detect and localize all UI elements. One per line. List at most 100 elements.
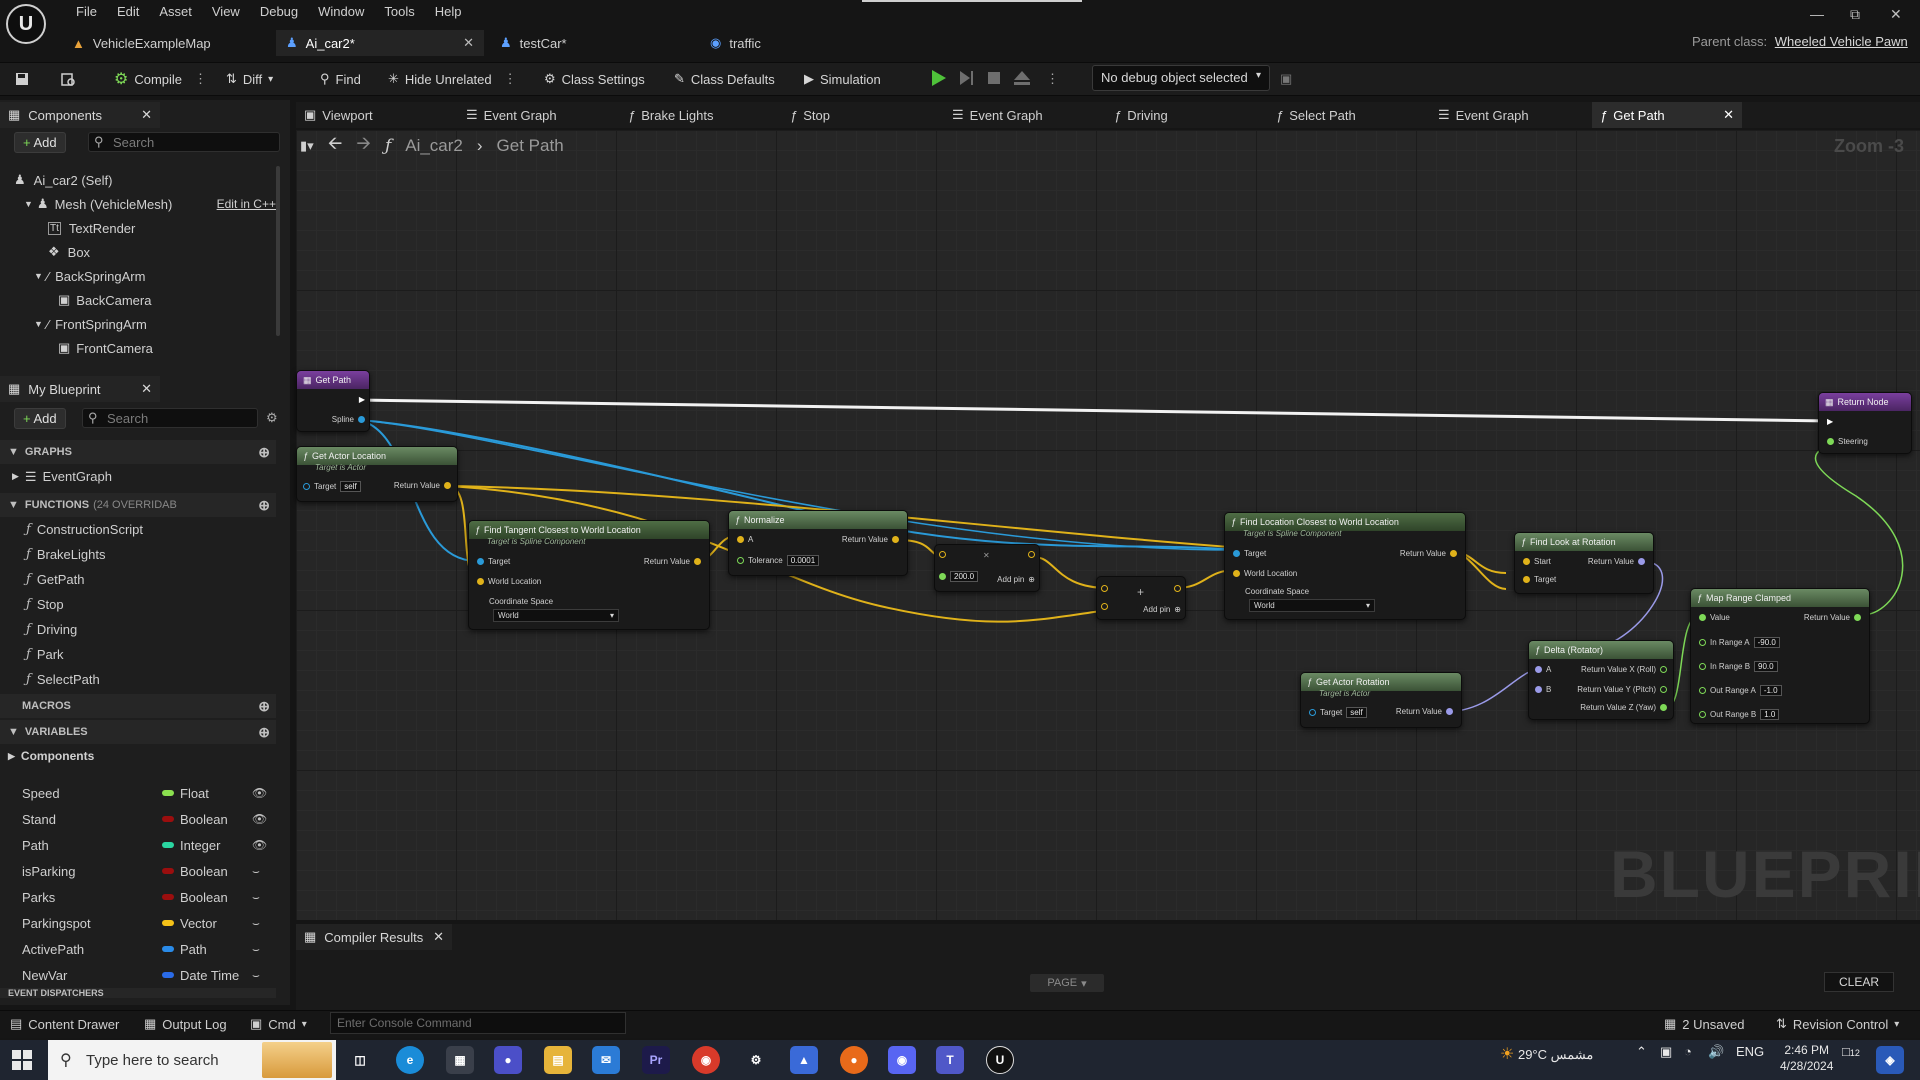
- a-pin[interactable]: A: [1535, 665, 1551, 674]
- chrome-icon[interactable]: ◉: [692, 1046, 720, 1074]
- variable-row-isparking[interactable]: isParking Boolean ⌣: [0, 858, 276, 884]
- menu-edit[interactable]: Edit: [107, 4, 149, 19]
- blueprint-search-input[interactable]: Search: [82, 408, 258, 428]
- tab-get-path[interactable]: ƒ Get Path ✕: [1592, 102, 1742, 128]
- target-pin[interactable]: Target: [1233, 549, 1266, 558]
- b-pin[interactable]: B: [1535, 685, 1551, 694]
- tab-event-graph-1[interactable]: ☰ Event Graph: [458, 102, 565, 128]
- wifi-icon[interactable]: ◔: [1684, 1044, 1692, 1059]
- windows-start-icon[interactable]: [12, 1050, 32, 1073]
- breadcrumb-function[interactable]: Get Path: [497, 136, 564, 156]
- console-input[interactable]: Enter Console Command: [330, 1012, 626, 1034]
- node-get-path-entry[interactable]: ▦ Get Path ▶ Spline: [296, 370, 370, 432]
- variable-row-parkingspot[interactable]: Parkingspot Vector ⌣: [0, 910, 276, 936]
- macros-section[interactable]: MACROS ⊕: [0, 694, 276, 718]
- components-scrollbar[interactable]: [276, 166, 280, 336]
- menu-view[interactable]: View: [202, 4, 250, 19]
- steam-icon[interactable]: ⚙: [742, 1046, 770, 1074]
- task-view-icon[interactable]: ◫: [346, 1046, 374, 1074]
- eye-icon[interactable]: 👁: [252, 786, 267, 800]
- premiere-icon[interactable]: Pr: [642, 1046, 670, 1074]
- pin-value[interactable]: 1.0: [1760, 709, 1780, 720]
- edge-icon[interactable]: e: [396, 1046, 424, 1074]
- find-button[interactable]: ⚲ Find: [320, 68, 361, 90]
- eye-closed-icon[interactable]: ⌣: [252, 864, 260, 879]
- menu-debug[interactable]: Debug: [250, 4, 308, 19]
- pin-value[interactable]: -1.0: [1759, 685, 1782, 696]
- variable-row-parks[interactable]: Parks Boolean ⌣: [0, 884, 276, 910]
- close-tab-icon[interactable]: ✕: [463, 35, 474, 51]
- variable-row-stand[interactable]: Stand Boolean 👁: [0, 806, 276, 832]
- tree-item-self[interactable]: ♟ Ai_car2 (Self): [10, 168, 276, 192]
- browse-icon[interactable]: [60, 68, 76, 90]
- menu-asset[interactable]: Asset: [149, 4, 202, 19]
- copilot-icon[interactable]: ◈: [1876, 1046, 1904, 1074]
- unreal-logo-icon[interactable]: U: [6, 4, 46, 44]
- file-explorer-icon[interactable]: ▤: [544, 1046, 572, 1074]
- return-value-pin[interactable]: Return Value: [842, 535, 899, 544]
- hide-unrelated-button[interactable]: ✳ Hide Unrelated ⋮: [388, 68, 517, 90]
- value-pin[interactable]: Value: [1699, 613, 1730, 622]
- a-pin[interactable]: [939, 551, 946, 558]
- spline-pin[interactable]: Spline: [332, 415, 365, 424]
- tab-event-graph-3[interactable]: ☰ Event Graph: [1430, 102, 1537, 128]
- return-roll-pin[interactable]: Return Value X (Roll): [1581, 665, 1667, 674]
- node-add[interactable]: + Add pin ⊕: [1096, 576, 1186, 620]
- node-return[interactable]: ▦ Return Node ▶ Steering: [1818, 392, 1912, 454]
- return-yaw-pin[interactable]: Return Value Z (Yaw): [1580, 703, 1667, 712]
- b-pin[interactable]: [1101, 603, 1108, 610]
- eye-icon[interactable]: 👁: [252, 838, 267, 852]
- app-icon[interactable]: ●: [494, 1046, 522, 1074]
- node-delta-rotator[interactable]: ƒ Delta (Rotator) A B Return Value X (Rol…: [1528, 640, 1674, 720]
- menu-window[interactable]: Window: [308, 4, 374, 19]
- diff-button[interactable]: ⇅ Diff ▾: [226, 68, 273, 90]
- close-window-icon[interactable]: ✕: [1890, 6, 1902, 23]
- function-item-selectpath[interactable]: ƒ SelectPath: [0, 667, 276, 692]
- node-find-look-at-rotation[interactable]: ƒ Find Look at Rotation Start Target Retu…: [1514, 532, 1654, 594]
- tolerance-pin[interactable]: Tolerance 0.0001: [737, 555, 820, 566]
- return-value-pin[interactable]: Return Value: [394, 481, 451, 490]
- add-macro-icon[interactable]: ⊕: [258, 698, 270, 715]
- debug-object-select[interactable]: No debug object selected ▾: [1092, 65, 1270, 91]
- return-value-pin[interactable]: [1028, 551, 1035, 558]
- in-range-a-pin[interactable]: In Range A -90.0: [1699, 637, 1780, 648]
- menu-tools[interactable]: Tools: [374, 4, 424, 19]
- variables-section[interactable]: ▼ VARIABLES ⊕: [0, 720, 276, 744]
- settings-gear-icon[interactable]: ⚙: [266, 410, 278, 426]
- menu-file[interactable]: File: [66, 4, 107, 19]
- eye-closed-icon[interactable]: ⌣: [252, 942, 260, 957]
- close-panel-icon[interactable]: ✕: [433, 929, 444, 945]
- tree-item-frontspringarm[interactable]: ▼ ∕ FrontSpringArm: [10, 312, 276, 336]
- node-find-location-closest[interactable]: ƒ Find Location Closest to World Location…: [1224, 512, 1466, 620]
- compiler-results-tab[interactable]: ▦ Compiler Results ✕: [296, 924, 452, 950]
- notifications-icon[interactable]: □12: [1842, 1044, 1860, 1059]
- close-panel-icon[interactable]: ✕: [141, 107, 152, 123]
- class-settings-button[interactable]: ⚙ Class Settings: [544, 68, 645, 90]
- menu-help[interactable]: Help: [425, 4, 472, 19]
- add-variable-icon[interactable]: ⊕: [258, 724, 270, 741]
- target-pin[interactable]: Target self: [303, 481, 361, 492]
- revision-control-button[interactable]: ⇅ Revision Control ▾: [1776, 1016, 1899, 1032]
- tab-brake-lights[interactable]: ƒ Brake Lights: [620, 102, 722, 128]
- page-select[interactable]: PAGE ▾: [1030, 974, 1104, 992]
- pin-value[interactable]: -90.0: [1753, 637, 1780, 648]
- restore-icon[interactable]: ⧉: [1850, 6, 1860, 23]
- coordinate-space-select[interactable]: World ▾: [1249, 599, 1375, 612]
- graph-item-eventgraph[interactable]: ▶ ☰ EventGraph: [0, 464, 276, 489]
- play-icon[interactable]: [928, 68, 948, 88]
- a-pin[interactable]: A: [737, 535, 753, 544]
- add-pin-button[interactable]: Add pin ⊕: [1143, 605, 1181, 614]
- add-component-button[interactable]: + Add: [14, 132, 66, 153]
- store-icon[interactable]: ▦: [446, 1046, 474, 1074]
- tree-item-box[interactable]: ❖ Box: [10, 240, 276, 264]
- breadcrumb-blueprint[interactable]: Ai_car2: [405, 136, 463, 156]
- out-range-a-pin[interactable]: Out Range A -1.0: [1699, 685, 1782, 696]
- options-icon[interactable]: ⋮: [504, 71, 517, 87]
- class-defaults-button[interactable]: ✎ Class Defaults: [674, 68, 775, 90]
- forward-arrow-icon[interactable]: 🡪: [356, 131, 371, 161]
- a-pin[interactable]: [1101, 585, 1108, 592]
- content-drawer-button[interactable]: ▤ Content Drawer: [10, 1016, 119, 1032]
- tray-chevron-icon[interactable]: ⌃: [1636, 1044, 1647, 1060]
- tab-traffic[interactable]: ◉ traffic: [700, 30, 771, 56]
- mail-icon[interactable]: ✉: [592, 1046, 620, 1074]
